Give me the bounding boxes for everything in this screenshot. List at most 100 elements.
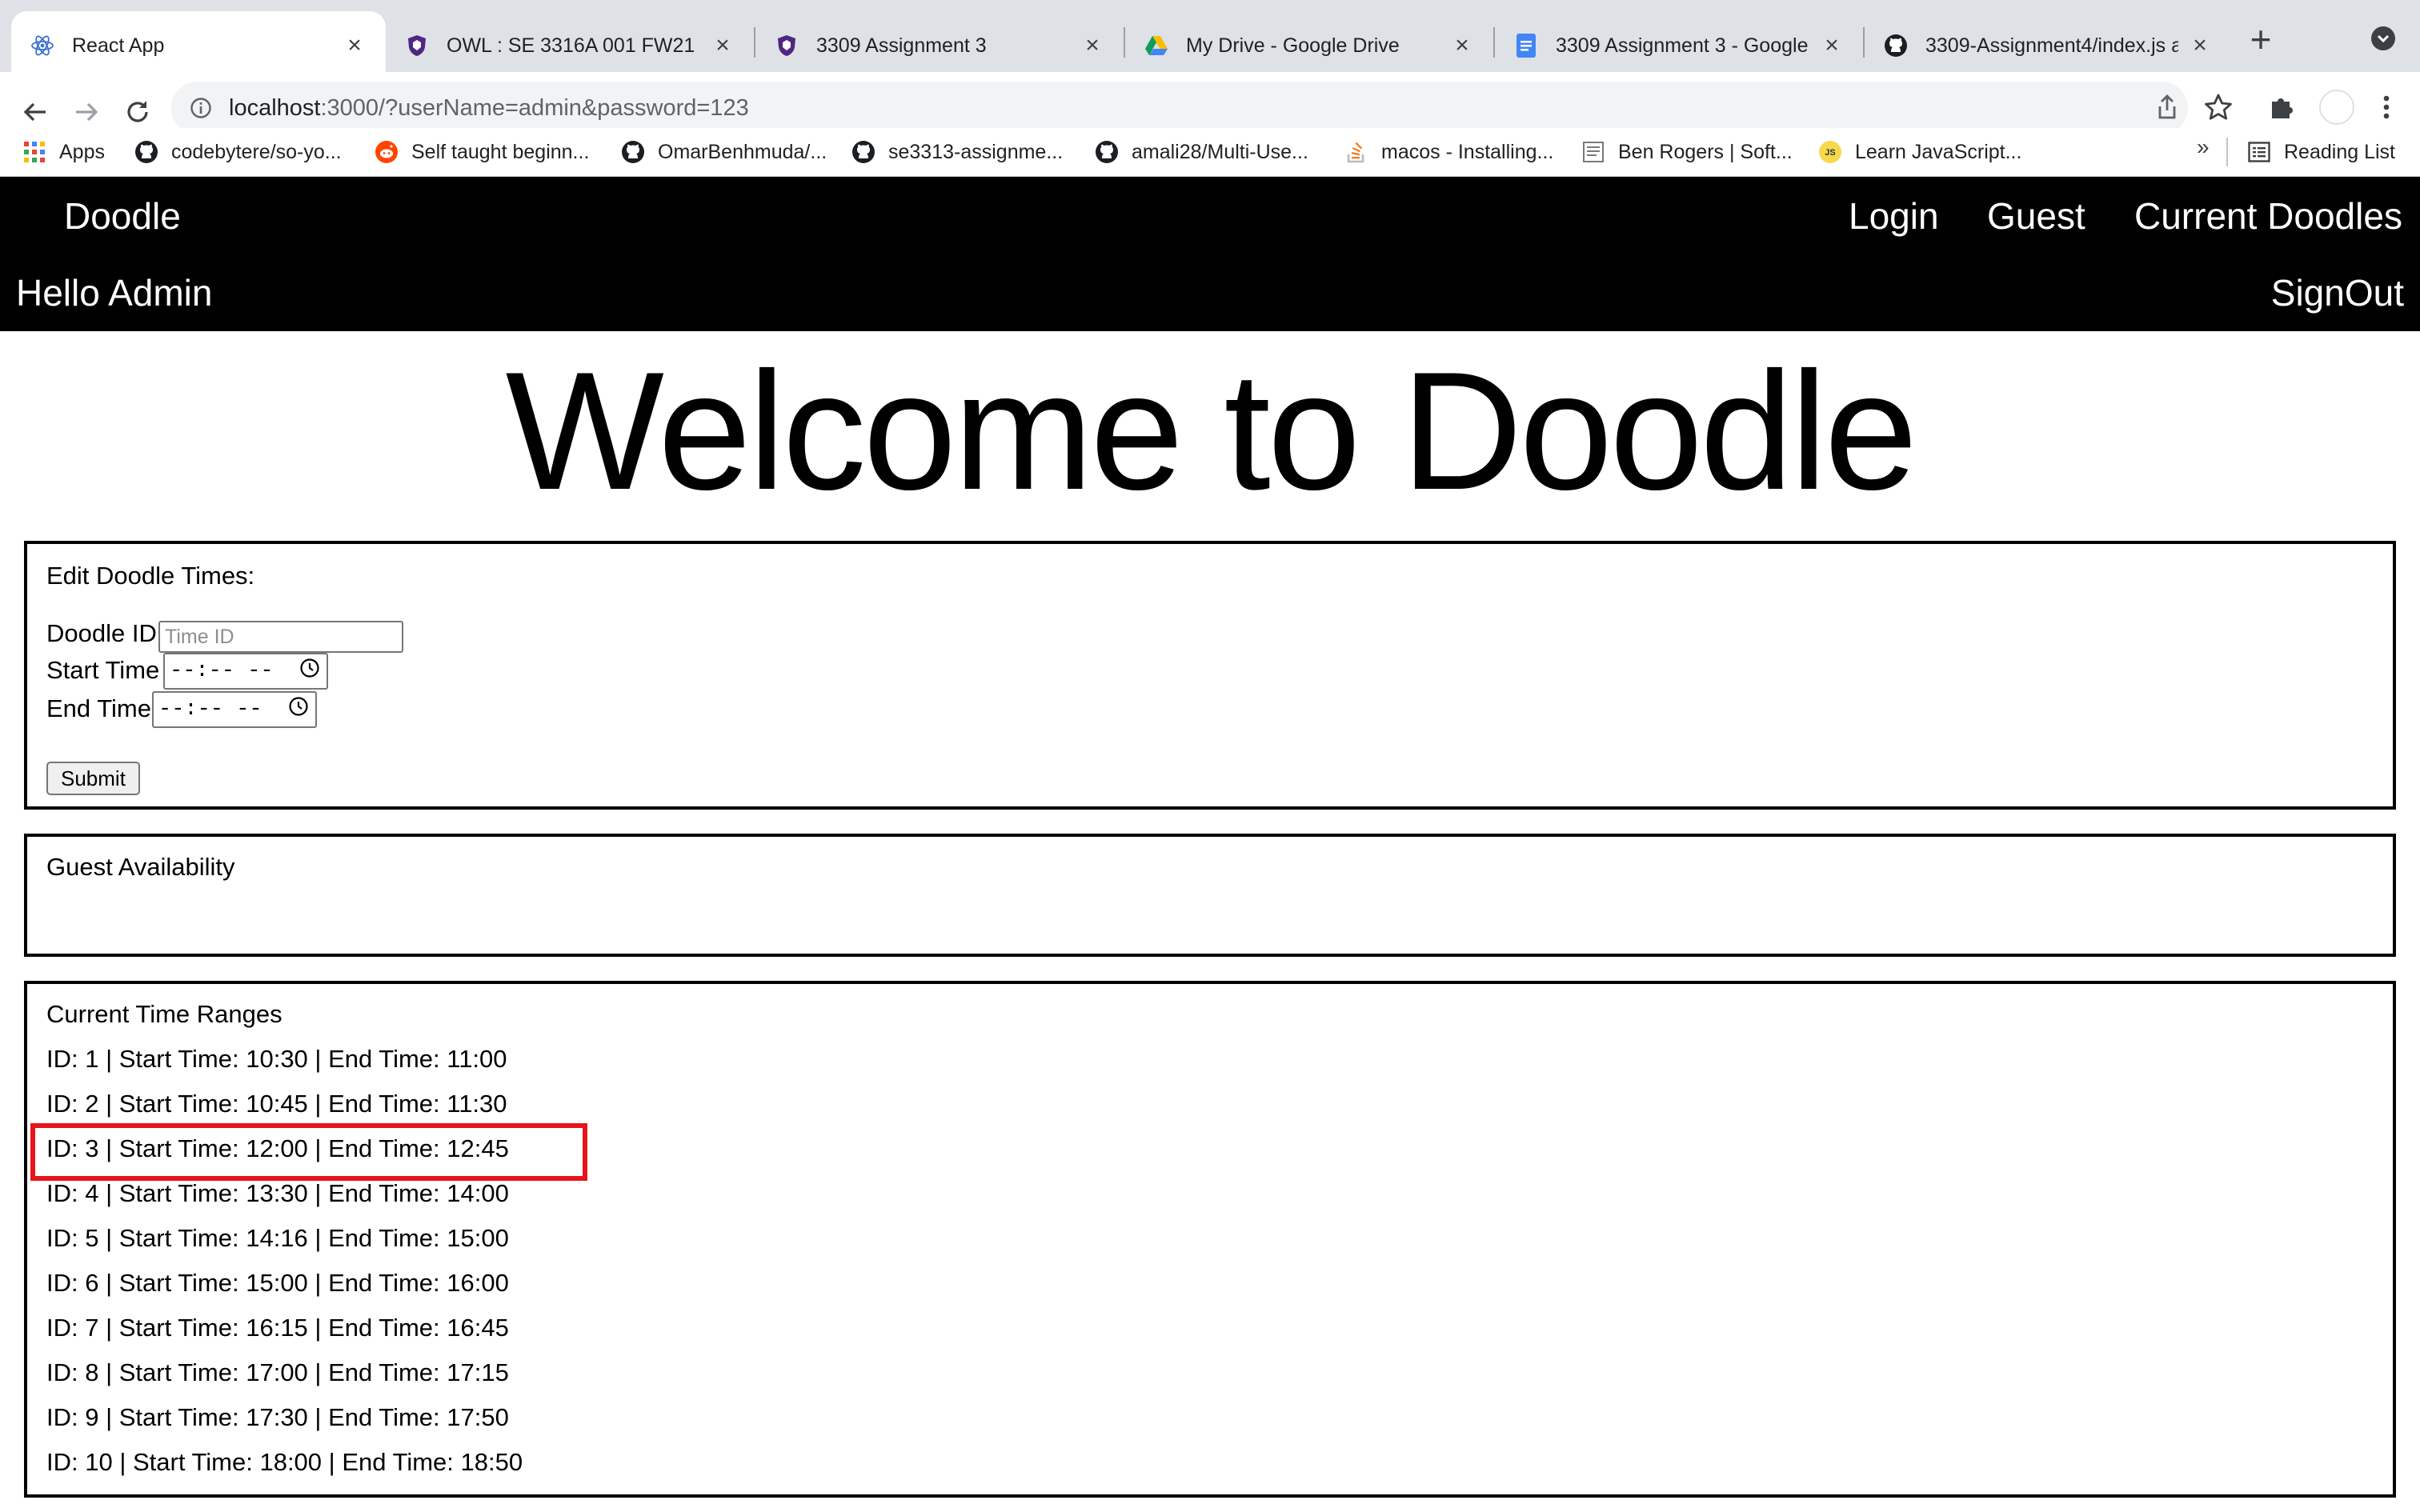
time-range-row: ID: 2 | Start Time: 10:45 | End Time: 11… [46,1090,507,1118]
tab-github-index[interactable]: 3309-Assignment4/index.js a × [1865,11,2231,80]
forward-button[interactable] [67,93,106,131]
time-range-row: ID: 4 | Start Time: 13:30 | End Time: 14… [46,1179,509,1207]
nav-login-link[interactable]: Login [1849,194,1939,238]
bookmark-label: macos - Installing... [1381,140,1554,163]
tab-google-drive[interactable]: My Drive - Google Drive × [1125,11,1493,80]
start-time-input[interactable]: --:-- -- [163,653,328,690]
edit-doodle-panel: Edit Doodle Times: Doodle ID Start Time … [24,541,2396,810]
close-icon[interactable]: × [2188,32,2212,58]
nav-current-doodles-link[interactable]: Current Doodles [2134,194,2402,238]
bookmark-label: amali28/Multi-Use... [1132,140,1308,163]
svg-text:JS: JS [1825,148,1835,158]
reload-button[interactable] [118,93,157,131]
signout-link[interactable]: SignOut [2271,271,2404,314]
submit-button[interactable]: Submit [46,762,140,795]
reddit-icon [375,140,399,164]
github-icon [1884,34,1908,58]
panel-title: Current Time Ranges [46,1000,282,1028]
back-button[interactable] [16,93,54,131]
address-bar[interactable]: localhost:3000/?userName=admin&password=… [171,82,2188,134]
time-ranges-panel: Current Time Ranges ID: 1 | Start Time: … [24,981,2396,1498]
tab-google-docs[interactable]: 3309 Assignment 3 - Google × [1495,11,1863,80]
bookmark-se3313[interactable]: se3313-assignme... [851,136,1063,168]
end-time-value: --:-- -- [158,698,262,722]
bookmark-ben-rogers[interactable]: Ben Rogers | Soft... [1581,136,1793,168]
tab-title: OWL : SE 3316A 001 FW21 : A [447,34,701,57]
tab-search-icon[interactable] [2369,24,2398,53]
github-icon [1095,140,1119,164]
highlight-box [30,1123,587,1181]
bookmark-label: Ben Rogers | Soft... [1618,140,1793,163]
time-range-row: ID: 9 | Start Time: 17:30 | End Time: 17… [46,1403,509,1431]
tab-title: My Drive - Google Drive [1186,34,1400,57]
bookmarks-overflow-button[interactable]: » [2197,134,2210,160]
reading-list-button[interactable]: Reading List [2247,136,2395,168]
start-time-label: Start Time [46,656,160,684]
profile-avatar[interactable] [2318,88,2356,126]
bookmark-label: OmarBenhmuda/... [658,140,827,163]
close-icon[interactable]: × [1080,32,1104,58]
js-icon: JS [1818,140,1842,164]
bookmark-self-taught[interactable]: Self taught beginn... [375,136,589,168]
close-icon[interactable]: × [343,32,367,58]
tab-owl[interactable]: OWL : SE 3316A 001 FW21 : A × [386,11,754,80]
react-icon [30,34,54,58]
panel-title: Guest Availability [46,853,235,881]
brand-link[interactable]: Doodle [64,194,181,238]
end-time-input[interactable]: --:-- -- [152,691,317,728]
reading-list-label: Reading List [2284,140,2395,163]
time-range-row: ID: 8 | Start Time: 17:00 | End Time: 17… [46,1358,509,1386]
bookmark-omarbenhmuda[interactable]: OmarBenhmuda/... [621,136,827,168]
close-icon[interactable]: × [711,32,735,58]
bookmarks-bar: Apps codebytere/so-yo... Self taught beg… [0,128,2420,177]
new-tab-button[interactable]: + [2241,18,2281,60]
github-icon [134,140,158,164]
kebab-menu-icon[interactable] [2370,91,2402,123]
nav-guest-link[interactable]: Guest [1987,194,2085,238]
extensions-puzzle-icon[interactable] [2266,91,2298,123]
start-time-value: --:-- -- [170,659,274,683]
bookmark-label: Apps [59,140,105,163]
bookmark-star-icon[interactable] [2202,91,2234,123]
tab-assignment-3[interactable]: 3309 Assignment 3 × [755,11,1124,80]
bookmark-macos[interactable]: macos - Installing... [1344,136,1553,168]
guest-availability-panel: Guest Availability [24,834,2396,957]
tab-title: 3309-Assignment4/index.js a [1925,34,2178,57]
clock-icon [288,696,309,724]
close-icon[interactable]: × [1450,32,1474,58]
bookmark-label: codebytere/so-yo... [171,140,342,163]
tab-react-app[interactable]: React App × [11,11,386,80]
url-text: localhost:3000/?userName=admin&password=… [229,95,749,122]
url-path: :3000/?userName=admin&password=123 [320,94,749,121]
close-icon[interactable]: × [1820,32,1844,58]
bookmark-apps[interactable]: Apps [22,136,105,168]
share-icon[interactable] [2151,91,2183,123]
bookmark-label: se3313-assignme... [888,140,1064,163]
bookmark-amali28[interactable]: amali28/Multi-Use... [1095,136,1308,168]
site-info-icon[interactable] [189,96,213,120]
github-icon [851,140,875,164]
tab-title: 3309 Assignment 3 - Google [1556,34,1809,57]
google-docs-icon [1514,34,1538,58]
google-drive-icon [1144,34,1168,58]
clock-icon [299,658,320,686]
doodle-id-label: Doodle ID [46,619,157,647]
bookmarks-divider [2226,138,2228,166]
bookmark-label: Learn JavaScript... [1855,140,2022,163]
bookmark-learn-javascript[interactable]: JS Learn JavaScript... [1818,136,2021,168]
bookmark-codebytere[interactable]: codebytere/so-yo... [134,136,342,168]
end-time-label: End Time [46,694,151,722]
reading-list-icon [2247,140,2271,164]
time-range-row: ID: 10 | Start Time: 18:00 | End Time: 1… [46,1448,523,1476]
time-range-row: ID: 5 | Start Time: 14:16 | End Time: 15… [46,1224,509,1252]
panel-title: Edit Doodle Times: [46,562,255,590]
page-icon [1581,140,1605,164]
time-range-row: ID: 1 | Start Time: 10:30 | End Time: 11… [46,1045,507,1073]
shield-icon [405,34,429,58]
doodle-id-input[interactable] [158,621,403,653]
url-host: localhost [229,94,321,121]
app-navbar: Doodle Login Guest Current Doodles Hello… [0,177,2420,331]
tab-title: 3309 Assignment 3 [816,34,987,57]
time-range-row: ID: 6 | Start Time: 15:00 | End Time: 16… [46,1269,509,1297]
github-icon [621,140,645,164]
